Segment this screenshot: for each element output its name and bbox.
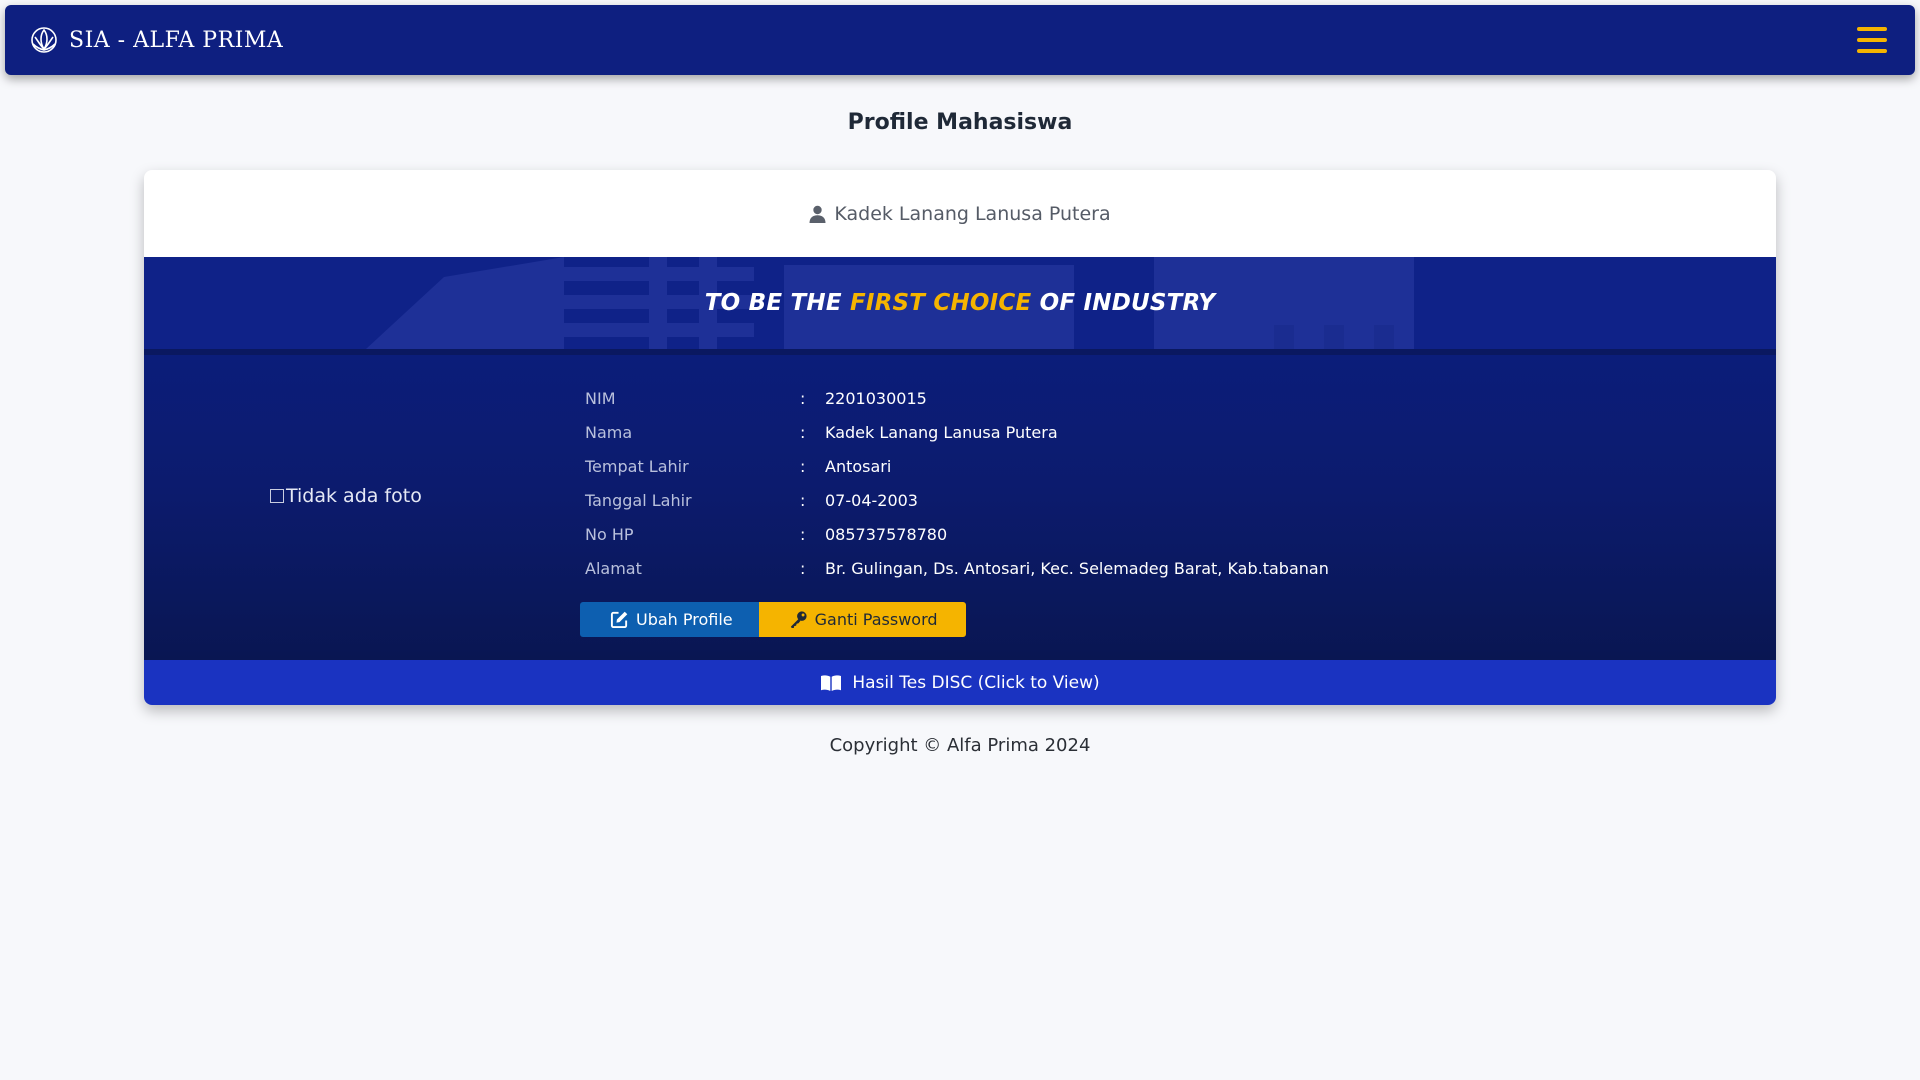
hamburger-bar bbox=[1857, 38, 1887, 42]
info-separator: : bbox=[800, 388, 806, 408]
info-label: Nama bbox=[585, 422, 633, 442]
student-photo: Tidak ada foto bbox=[270, 485, 422, 507]
edit-icon bbox=[610, 611, 628, 629]
edit-profile-button[interactable]: Ubah Profile bbox=[580, 602, 759, 637]
disc-result-label: Hasil Tes DISC (Click to View) bbox=[852, 672, 1100, 693]
info-label: No HP bbox=[585, 524, 634, 544]
profile-card: Kadek Lanang Lanusa Putera TO BE THE FIR… bbox=[144, 170, 1776, 705]
info-label: Tanggal Lahir bbox=[585, 490, 692, 510]
info-value: 2201030015 bbox=[825, 388, 927, 408]
student-info-section: Tidak ada foto NIM : 2201030015 Nama : K… bbox=[144, 349, 1776, 660]
lotus-logo-icon bbox=[31, 27, 57, 53]
slogan-highlight: FIRST CHOICE bbox=[849, 290, 1032, 316]
card-header: Kadek Lanang Lanusa Putera bbox=[144, 170, 1776, 257]
book-open-icon bbox=[821, 674, 842, 691]
info-value: Antosari bbox=[825, 456, 892, 476]
slogan-part2: OF INDUSTRY bbox=[1031, 290, 1216, 316]
info-separator: : bbox=[800, 456, 806, 476]
edit-profile-label: Ubah Profile bbox=[636, 610, 733, 629]
info-value: 085737578780 bbox=[825, 524, 948, 544]
info-row-alamat: Alamat : Br. Gulingan, Ds. Antosari, Kec… bbox=[585, 551, 1329, 585]
info-label: Alamat bbox=[585, 558, 642, 578]
page-title: Profile Mahasiswa bbox=[847, 110, 1073, 135]
footer-copyright: Copyright © Alfa Prima 2024 bbox=[829, 735, 1091, 756]
disc-result-button[interactable]: Hasil Tes DISC (Click to View) bbox=[144, 660, 1776, 705]
brand-title: SIA - ALFA PRIMA bbox=[69, 27, 284, 53]
info-value: Kadek Lanang Lanusa Putera bbox=[825, 422, 1058, 442]
info-separator: : bbox=[800, 490, 806, 510]
info-value: 07-04-2003 bbox=[825, 490, 918, 510]
hamburger-bar bbox=[1857, 27, 1887, 31]
change-password-button[interactable]: Ganti Password bbox=[758, 602, 966, 637]
student-info-table: NIM : 2201030015 Nama : Kadek Lanang Lan… bbox=[585, 381, 1329, 585]
slogan-banner: TO BE THE FIRST CHOICE OF INDUSTRY bbox=[144, 257, 1776, 349]
info-row-tanggal-lahir: Tanggal Lahir : 07-04-2003 bbox=[585, 483, 1329, 517]
top-navbar: SIA - ALFA PRIMA bbox=[5, 5, 1915, 75]
info-label: NIM bbox=[585, 388, 616, 408]
brand[interactable]: SIA - ALFA PRIMA bbox=[27, 23, 283, 57]
slogan-text: TO BE THE FIRST CHOICE OF INDUSTRY bbox=[705, 290, 1215, 316]
info-separator: : bbox=[800, 524, 806, 544]
info-separator: : bbox=[800, 558, 806, 578]
profile-action-buttons: Ubah Profile Ganti Password bbox=[580, 602, 966, 637]
user-icon bbox=[809, 205, 826, 223]
info-row-nim: NIM : 2201030015 bbox=[585, 381, 1329, 415]
info-row-tempat-lahir: Tempat Lahir : Antosari bbox=[585, 449, 1329, 483]
info-value: Br. Gulingan, Ds. Antosari, Kec. Selemad… bbox=[825, 558, 1329, 578]
hamburger-menu-icon[interactable] bbox=[1857, 27, 1887, 53]
info-separator: : bbox=[800, 422, 806, 442]
hamburger-bar bbox=[1857, 49, 1887, 53]
change-password-label: Ganti Password bbox=[814, 610, 938, 629]
key-icon bbox=[790, 611, 807, 629]
info-label: Tempat Lahir bbox=[585, 456, 689, 476]
slogan-part1: TO BE THE bbox=[704, 290, 850, 316]
broken-image-icon bbox=[270, 489, 284, 503]
info-row-no-hp: No HP : 085737578780 bbox=[585, 517, 1329, 551]
student-name-header: Kadek Lanang Lanusa Putera bbox=[834, 202, 1111, 225]
photo-alt-text: Tidak ada foto bbox=[286, 485, 422, 507]
info-row-nama: Nama : Kadek Lanang Lanusa Putera bbox=[585, 415, 1329, 449]
